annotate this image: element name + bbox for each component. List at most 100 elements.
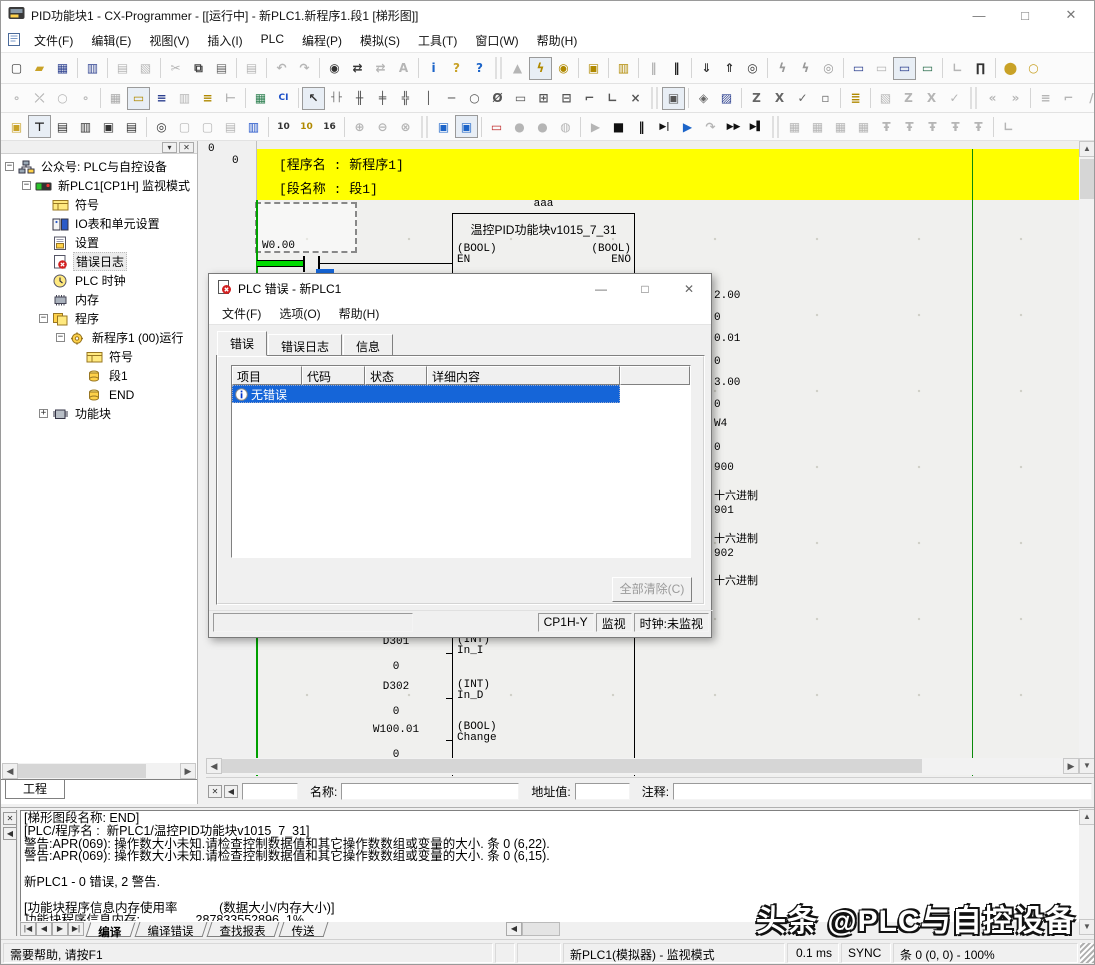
- dialog-close-button[interactable]: ✕: [667, 274, 711, 303]
- menu-h[interactable]: 帮助(H): [528, 29, 587, 52]
- tree-item-clk[interactable]: PLC 时钟: [3, 271, 195, 290]
- compare-with-plc-icon[interactable]: ◎: [741, 57, 764, 80]
- force-on-icon[interactable]: ⊕: [348, 115, 371, 138]
- show-comments-icon[interactable]: ▭: [127, 87, 150, 110]
- info-bar-collapse-icon[interactable]: ◀: [224, 785, 238, 798]
- pause-nc-icon[interactable]: ‖: [642, 57, 665, 80]
- diff-box-icon[interactable]: ▫: [814, 87, 837, 110]
- collapse-icon[interactable]: −: [22, 181, 31, 190]
- sort-icon[interactable]: A: [392, 57, 415, 80]
- table-column-header[interactable]: 详细内容: [427, 366, 620, 385]
- memory-view-3-icon[interactable]: ▦: [829, 115, 852, 138]
- dialog-minimize-button[interactable]: —: [579, 274, 623, 303]
- sim-step-over-icon[interactable]: ↷: [699, 115, 722, 138]
- tree-item-sym[interactable]: 符号: [3, 347, 195, 366]
- retrace-icon[interactable]: ⇄: [369, 57, 392, 80]
- diff-monitor-1-icon[interactable]: Ŧ: [875, 115, 898, 138]
- scroll-down-icon[interactable]: ▼: [1079, 758, 1095, 774]
- sampling-2-icon[interactable]: ◍: [554, 115, 577, 138]
- symbol-bar-icon[interactable]: ≡: [196, 87, 219, 110]
- output-tab[interactable]: 编译: [86, 922, 136, 937]
- menu-plc[interactable]: PLC: [252, 29, 293, 52]
- mnemonics-view-icon[interactable]: ▦: [249, 87, 272, 110]
- dialog-menu-o[interactable]: 选项(O): [270, 302, 329, 325]
- monitor-window-icon[interactable]: ▭: [847, 57, 870, 80]
- clear-all-button[interactable]: 全部清除(C): [612, 577, 692, 602]
- memory-view-1-icon[interactable]: ▦: [783, 115, 806, 138]
- tree-item-net[interactable]: −公众号: PLC与自控设备: [3, 157, 195, 176]
- zoom-out-icon[interactable]: ∘: [74, 87, 97, 110]
- tree-item-sec[interactable]: 段1: [3, 366, 195, 385]
- fb-instance-list-icon[interactable]: ≣: [844, 87, 867, 110]
- monitor-window-all-icon[interactable]: ▭: [870, 57, 893, 80]
- tree-scroll-thumb[interactable]: [18, 764, 146, 778]
- force-x-icon[interactable]: X: [920, 87, 943, 110]
- scroll-up-icon[interactable]: ▲: [1079, 809, 1095, 825]
- coil-no-icon[interactable]: ○: [463, 87, 486, 110]
- block-end-icon[interactable]: ∟: [601, 87, 624, 110]
- diff-clear-icon[interactable]: X: [768, 87, 791, 110]
- collapse-icon[interactable]: −: [39, 314, 48, 323]
- find-icon[interactable]: ◉: [323, 57, 346, 80]
- io-warning-icon[interactable]: ▣: [582, 57, 605, 80]
- ci-window-icon[interactable]: CI: [272, 87, 295, 110]
- scroll-right-icon[interactable]: ▶: [1063, 758, 1079, 774]
- table-column-header[interactable]: 代码: [302, 366, 365, 385]
- ladder-vscroll-thumb[interactable]: [1080, 159, 1094, 199]
- time-chart-monitor-icon[interactable]: ∏: [969, 57, 992, 80]
- tab-next-icon[interactable]: ▶: [52, 922, 68, 936]
- paste-icon[interactable]: ▤: [210, 57, 233, 80]
- menu-p[interactable]: 编程(P): [293, 29, 351, 52]
- online-edit-search-icon[interactable]: ◎: [817, 57, 840, 80]
- transfer-warning-icon[interactable]: ▥: [612, 57, 635, 80]
- copy-icon[interactable]: ⧉: [187, 57, 210, 80]
- output-tab[interactable]: 编译错误: [135, 922, 208, 937]
- menu-f[interactable]: 文件(F): [25, 29, 82, 52]
- context-help-icon[interactable]: ?: [468, 57, 491, 80]
- indent-left-icon[interactable]: «: [981, 87, 1004, 110]
- tree-panel-menu-button[interactable]: ▾: [162, 142, 177, 153]
- tree-item-err[interactable]: 错误日志: [3, 252, 195, 271]
- address-field[interactable]: [575, 783, 630, 800]
- browse-window-icon[interactable]: ▣: [662, 87, 685, 110]
- output-close-icon[interactable]: ✕: [3, 812, 17, 825]
- address-reference-icon[interactable]: ▤: [120, 115, 143, 138]
- output-tab[interactable]: 传送: [279, 922, 329, 937]
- replace-icon[interactable]: ⇄: [346, 57, 369, 80]
- find-warning-icon[interactable]: ◉: [552, 57, 575, 80]
- release-protect-icon[interactable]: ○: [1022, 57, 1045, 80]
- transfer-from-plc-icon[interactable]: ⇑: [718, 57, 741, 80]
- help-icon[interactable]: ?: [445, 57, 468, 80]
- new-file-icon[interactable]: ▢: [5, 57, 28, 80]
- tree-item-sec[interactable]: END: [3, 385, 195, 404]
- error-table[interactable]: 项目代码状态详细内容 无错误: [231, 365, 691, 558]
- comment-field[interactable]: [673, 783, 1092, 800]
- diff-check-icon[interactable]: ✓: [791, 87, 814, 110]
- project-tab[interactable]: 工程: [5, 780, 65, 799]
- diff-monitor-3-icon[interactable]: Ŧ: [921, 115, 944, 138]
- menu-t[interactable]: 工具(T): [409, 29, 466, 52]
- compile-program-icon[interactable]: ⊤: [28, 115, 51, 138]
- ladder-vertical-scrollbar[interactable]: ▲ ▼: [1079, 141, 1095, 775]
- dialog-menu-f[interactable]: 文件(F): [213, 302, 270, 325]
- info-bar-close-icon[interactable]: ✕: [208, 785, 222, 798]
- cross-reference-icon[interactable]: ▥: [74, 115, 97, 138]
- scroll-left-icon[interactable]: ◀: [2, 763, 18, 779]
- select-mode-icon[interactable]: ↖: [302, 87, 325, 110]
- collapse-icon[interactable]: −: [56, 333, 65, 342]
- force-cancel-icon[interactable]: ⊗: [394, 115, 417, 138]
- undo-icon[interactable]: ↶: [270, 57, 293, 80]
- rung-list-icon[interactable]: ≡: [150, 87, 173, 110]
- monitor-icon[interactable]: ϟ: [529, 57, 552, 80]
- dialog-tab[interactable]: 错误日志: [268, 334, 342, 356]
- pause-monitor-all-icon[interactable]: ‖: [665, 57, 688, 80]
- table-column-header[interactable]: [620, 366, 690, 385]
- dialog-title-bar[interactable]: PLC 错误 - 新PLC1 — □ ✕: [209, 274, 711, 303]
- sim-stop-icon[interactable]: ■: [607, 115, 630, 138]
- menu-s[interactable]: 模拟(S): [351, 29, 409, 52]
- fb-invocation-icon[interactable]: ⊞: [532, 87, 555, 110]
- save-project-icon[interactable]: ▦: [51, 57, 74, 80]
- list-window-icon[interactable]: ▤: [219, 115, 242, 138]
- print-preview-icon[interactable]: ▧: [134, 57, 157, 80]
- set-protect-icon[interactable]: ⬤: [999, 57, 1022, 80]
